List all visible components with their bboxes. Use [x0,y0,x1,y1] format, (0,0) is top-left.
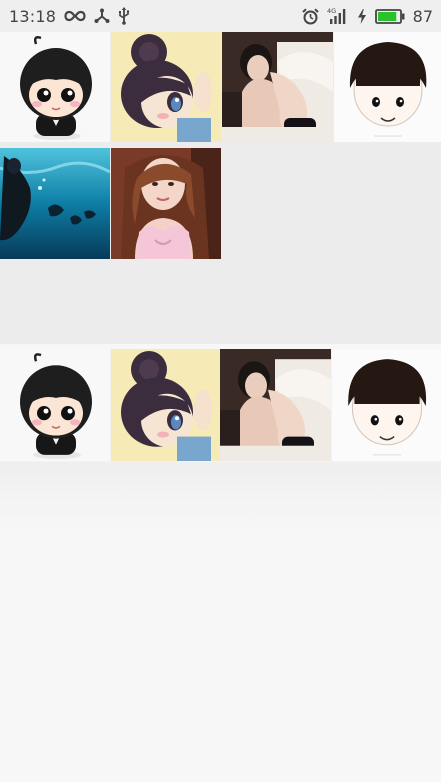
network-type-label: 4G [327,7,336,15]
signal-icon: 4G [327,7,349,25]
image-grid-top [0,32,441,344]
image-thumbnail[interactable] [111,148,221,259]
charging-icon [357,8,367,24]
usb-icon [118,7,130,25]
cartoon-girl-bun-image [111,349,221,461]
image-thumbnail[interactable] [332,349,441,461]
image-thumbnail[interactable] [222,32,333,142]
underwater-swimmers-image [0,148,110,259]
battery-percent: 87 [412,6,433,26]
woman-on-sofa-image [222,32,333,142]
status-bar-right: 4G 87 [301,6,433,26]
list-fade [0,462,441,532]
image-thumbnail[interactable] [0,32,110,142]
alarm-icon [301,7,319,25]
cartoon-bowl-cut-image [332,349,441,461]
cartoon-girl-bun-image [111,32,221,142]
image-thumbnail[interactable] [111,32,221,142]
status-bar: 13:18 4G 87 [0,0,441,32]
share-icon [94,8,110,24]
image-thumbnail[interactable] [111,349,221,461]
battery-icon [374,8,405,24]
status-bar-left: 13:18 [9,7,130,26]
status-time: 13:18 [9,6,57,26]
image-thumbnail[interactable] [334,32,441,142]
woman-on-sofa-image [220,349,331,461]
woman-selfie-image [111,148,221,259]
cartoon-boy-image [0,349,110,461]
infinity-icon [64,10,86,22]
image-thumbnail[interactable] [0,148,110,259]
image-thumbnail[interactable] [0,349,110,461]
image-thumbnail[interactable] [220,349,331,461]
cartoon-boy-image [0,32,110,142]
cartoon-bowl-cut-image [334,32,441,142]
battery-fill [377,11,396,21]
